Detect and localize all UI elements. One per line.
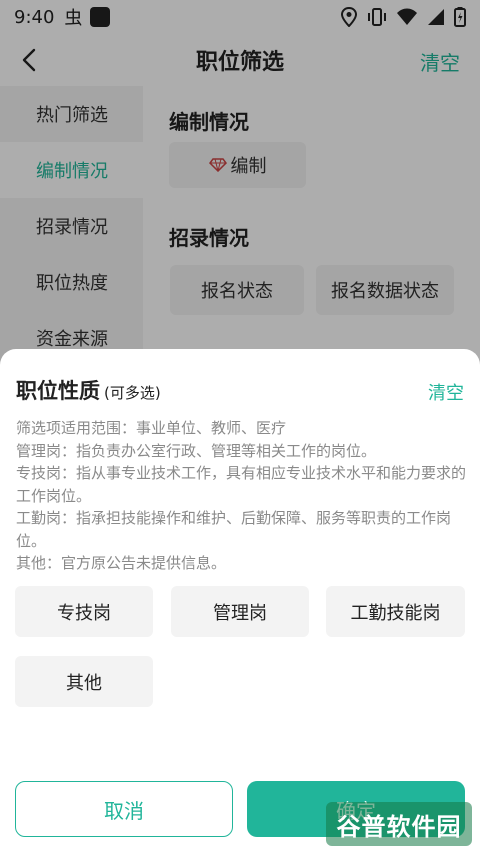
desc-line-scope: 筛选项适用范围：事业单位、教师、医疗: [16, 419, 287, 437]
sheet-clear-button[interactable]: 清空: [428, 379, 464, 405]
desc-line-other: 其他：官方原公告未提供信息。: [16, 554, 227, 572]
option-skilled-worker-post[interactable]: 工勤技能岗: [326, 586, 465, 637]
position-nature-sheet: 职位性质 (可多选) 清空 筛选项适用范围：事业单位、教师、医疗 管理岗：指负责…: [0, 349, 480, 853]
sheet-header: 职位性质 (可多选): [16, 375, 161, 405]
cancel-button[interactable]: 取消: [15, 781, 233, 837]
desc-line-management: 管理岗：指负责办公室行政、管理等相关工作的岗位。: [16, 441, 377, 460]
sheet-title: 职位性质: [16, 379, 100, 403]
option-technical-post[interactable]: 专技岗: [15, 586, 153, 637]
desc-line-technical: 专技岗：指从事专业技术工作，具有相应专业技术水平和能力要求的工作岗位。: [16, 464, 467, 505]
option-other[interactable]: 其他: [15, 656, 153, 707]
sheet-subtitle: (可多选): [104, 384, 161, 402]
sheet-description: 筛选项适用范围：事业单位、教师、医疗 管理岗：指负责办公室行政、管理等相关工作的…: [16, 417, 466, 575]
option-management-post[interactable]: 管理岗: [171, 586, 309, 637]
watermark-logo: 谷普软件园: [326, 802, 472, 846]
desc-line-service: 工勤岗：指承担技能操作和维护、后勤保障、服务等职责的工作岗位。: [16, 509, 452, 550]
